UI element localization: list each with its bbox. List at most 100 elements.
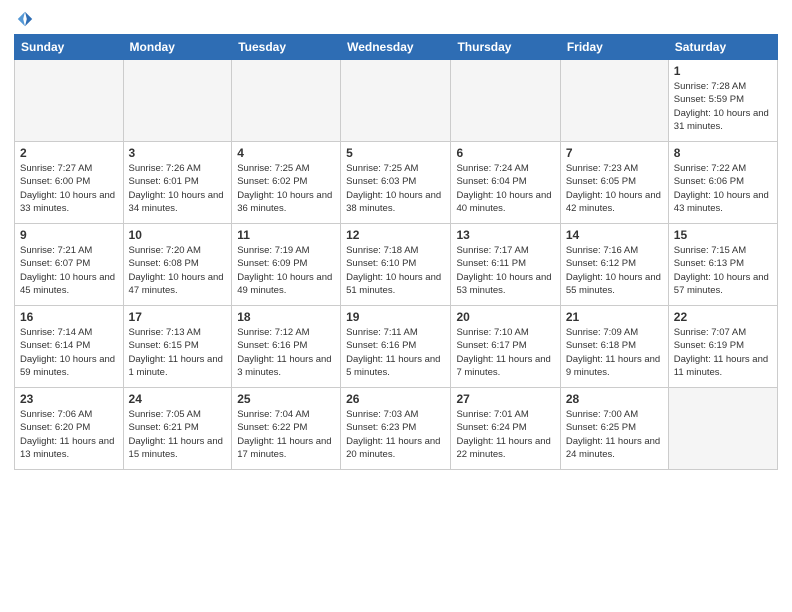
day-info: Sunrise: 7:00 AM Sunset: 6:25 PM Dayligh… [566, 408, 663, 461]
calendar-cell: 10 Sunrise: 7:20 AM Sunset: 6:08 PM Dayli… [123, 224, 232, 306]
day-number: 24 [129, 392, 227, 406]
calendar-cell: 22 Sunrise: 7:07 AM Sunset: 6:19 PM Dayli… [668, 306, 777, 388]
day-number: 12 [346, 228, 445, 242]
calendar-cell: 16 Sunrise: 7:14 AM Sunset: 6:14 PM Dayli… [15, 306, 124, 388]
day-number: 13 [456, 228, 554, 242]
day-info: Sunrise: 7:01 AM Sunset: 6:24 PM Dayligh… [456, 408, 554, 461]
day-info: Sunrise: 7:11 AM Sunset: 6:16 PM Dayligh… [346, 326, 445, 379]
calendar-cell: 9 Sunrise: 7:21 AM Sunset: 6:07 PM Daylig… [15, 224, 124, 306]
calendar-cell: 26 Sunrise: 7:03 AM Sunset: 6:23 PM Dayli… [341, 388, 451, 470]
day-number: 7 [566, 146, 663, 160]
day-number: 25 [237, 392, 335, 406]
day-info: Sunrise: 7:20 AM Sunset: 6:08 PM Dayligh… [129, 244, 227, 297]
weekday-header-row: SundayMondayTuesdayWednesdayThursdayFrid… [15, 35, 778, 60]
calendar-cell [668, 388, 777, 470]
day-info: Sunrise: 7:26 AM Sunset: 6:01 PM Dayligh… [129, 162, 227, 215]
day-number: 15 [674, 228, 772, 242]
weekday-header-wednesday: Wednesday [341, 35, 451, 60]
day-info: Sunrise: 7:05 AM Sunset: 6:21 PM Dayligh… [129, 408, 227, 461]
day-number: 26 [346, 392, 445, 406]
week-row-3: 9 Sunrise: 7:21 AM Sunset: 6:07 PM Daylig… [15, 224, 778, 306]
day-info: Sunrise: 7:19 AM Sunset: 6:09 PM Dayligh… [237, 244, 335, 297]
week-row-1: 1 Sunrise: 7:28 AM Sunset: 5:59 PM Daylig… [15, 60, 778, 142]
day-info: Sunrise: 7:22 AM Sunset: 6:06 PM Dayligh… [674, 162, 772, 215]
calendar-cell: 17 Sunrise: 7:13 AM Sunset: 6:15 PM Dayli… [123, 306, 232, 388]
calendar-cell: 18 Sunrise: 7:12 AM Sunset: 6:16 PM Dayli… [232, 306, 341, 388]
calendar-cell: 15 Sunrise: 7:15 AM Sunset: 6:13 PM Dayli… [668, 224, 777, 306]
day-info: Sunrise: 7:21 AM Sunset: 6:07 PM Dayligh… [20, 244, 118, 297]
weekday-header-thursday: Thursday [451, 35, 560, 60]
calendar-cell: 13 Sunrise: 7:17 AM Sunset: 6:11 PM Dayli… [451, 224, 560, 306]
calendar-cell: 14Sunrise: 7:16 AM Sunset: 6:12 PM Dayli… [560, 224, 668, 306]
day-number: 16 [20, 310, 118, 324]
day-number: 5 [346, 146, 445, 160]
day-info: Sunrise: 7:10 AM Sunset: 6:17 PM Dayligh… [456, 326, 554, 379]
day-number: 3 [129, 146, 227, 160]
day-info: Sunrise: 7:14 AM Sunset: 6:14 PM Dayligh… [20, 326, 118, 379]
weekday-header-monday: Monday [123, 35, 232, 60]
calendar-cell: 8Sunrise: 7:22 AM Sunset: 6:06 PM Daylig… [668, 142, 777, 224]
day-info: Sunrise: 7:24 AM Sunset: 6:04 PM Dayligh… [456, 162, 554, 215]
calendar-cell: 7 Sunrise: 7:23 AM Sunset: 6:05 PM Daylig… [560, 142, 668, 224]
day-info: Sunrise: 7:25 AM Sunset: 6:03 PM Dayligh… [346, 162, 445, 215]
calendar-cell: 21 Sunrise: 7:09 AM Sunset: 6:18 PM Dayli… [560, 306, 668, 388]
day-info: Sunrise: 7:23 AM Sunset: 6:05 PM Dayligh… [566, 162, 663, 215]
day-number: 6 [456, 146, 554, 160]
day-number: 11 [237, 228, 335, 242]
weekday-header-friday: Friday [560, 35, 668, 60]
day-info: Sunrise: 7:13 AM Sunset: 6:15 PM Dayligh… [129, 326, 227, 379]
calendar-cell [123, 60, 232, 142]
calendar-cell: 20 Sunrise: 7:10 AM Sunset: 6:17 PM Dayli… [451, 306, 560, 388]
day-info: Sunrise: 7:03 AM Sunset: 6:23 PM Dayligh… [346, 408, 445, 461]
week-row-2: 2 Sunrise: 7:27 AM Sunset: 6:00 PM Daylig… [15, 142, 778, 224]
day-number: 27 [456, 392, 554, 406]
week-row-5: 23Sunrise: 7:06 AM Sunset: 6:20 PM Dayli… [15, 388, 778, 470]
day-number: 20 [456, 310, 554, 324]
calendar-cell: 5 Sunrise: 7:25 AM Sunset: 6:03 PM Daylig… [341, 142, 451, 224]
day-number: 22 [674, 310, 772, 324]
page: SundayMondayTuesdayWednesdayThursdayFrid… [0, 0, 792, 612]
day-info: Sunrise: 7:15 AM Sunset: 6:13 PM Dayligh… [674, 244, 772, 297]
calendar-cell: 28 Sunrise: 7:00 AM Sunset: 6:25 PM Dayli… [560, 388, 668, 470]
day-number: 19 [346, 310, 445, 324]
day-info: Sunrise: 7:18 AM Sunset: 6:10 PM Dayligh… [346, 244, 445, 297]
logo [14, 10, 34, 28]
day-number: 28 [566, 392, 663, 406]
calendar-cell: 2 Sunrise: 7:27 AM Sunset: 6:00 PM Daylig… [15, 142, 124, 224]
calendar-cell: 4Sunrise: 7:25 AM Sunset: 6:02 PM Daylig… [232, 142, 341, 224]
calendar-cell [341, 60, 451, 142]
calendar-cell: 3 Sunrise: 7:26 AM Sunset: 6:01 PM Daylig… [123, 142, 232, 224]
day-info: Sunrise: 7:28 AM Sunset: 5:59 PM Dayligh… [674, 80, 772, 133]
day-number: 10 [129, 228, 227, 242]
calendar-cell: 23Sunrise: 7:06 AM Sunset: 6:20 PM Dayli… [15, 388, 124, 470]
calendar-cell: 27 Sunrise: 7:01 AM Sunset: 6:24 PM Dayli… [451, 388, 560, 470]
weekday-header-sunday: Sunday [15, 35, 124, 60]
day-number: 21 [566, 310, 663, 324]
day-info: Sunrise: 7:09 AM Sunset: 6:18 PM Dayligh… [566, 326, 663, 379]
calendar-cell [232, 60, 341, 142]
calendar-cell: 12 Sunrise: 7:18 AM Sunset: 6:10 PM Dayli… [341, 224, 451, 306]
calendar-cell: 19 Sunrise: 7:11 AM Sunset: 6:16 PM Dayli… [341, 306, 451, 388]
calendar-cell [451, 60, 560, 142]
day-number: 14 [566, 228, 663, 242]
day-number: 4 [237, 146, 335, 160]
header [14, 10, 778, 28]
day-info: Sunrise: 7:12 AM Sunset: 6:16 PM Dayligh… [237, 326, 335, 379]
calendar-cell: 1 Sunrise: 7:28 AM Sunset: 5:59 PM Daylig… [668, 60, 777, 142]
logo-icon [16, 10, 34, 28]
calendar-cell: 24 Sunrise: 7:05 AM Sunset: 6:21 PM Dayli… [123, 388, 232, 470]
calendar-cell: 25Sunrise: 7:04 AM Sunset: 6:22 PM Dayli… [232, 388, 341, 470]
weekday-header-tuesday: Tuesday [232, 35, 341, 60]
day-number: 9 [20, 228, 118, 242]
week-row-4: 16 Sunrise: 7:14 AM Sunset: 6:14 PM Dayli… [15, 306, 778, 388]
day-info: Sunrise: 7:27 AM Sunset: 6:00 PM Dayligh… [20, 162, 118, 215]
day-number: 1 [674, 64, 772, 78]
calendar-cell: 11 Sunrise: 7:19 AM Sunset: 6:09 PM Dayli… [232, 224, 341, 306]
day-number: 18 [237, 310, 335, 324]
calendar-cell [560, 60, 668, 142]
day-number: 17 [129, 310, 227, 324]
day-info: Sunrise: 7:17 AM Sunset: 6:11 PM Dayligh… [456, 244, 554, 297]
day-info: Sunrise: 7:07 AM Sunset: 6:19 PM Dayligh… [674, 326, 772, 379]
day-number: 2 [20, 146, 118, 160]
calendar-cell: 6 Sunrise: 7:24 AM Sunset: 6:04 PM Daylig… [451, 142, 560, 224]
